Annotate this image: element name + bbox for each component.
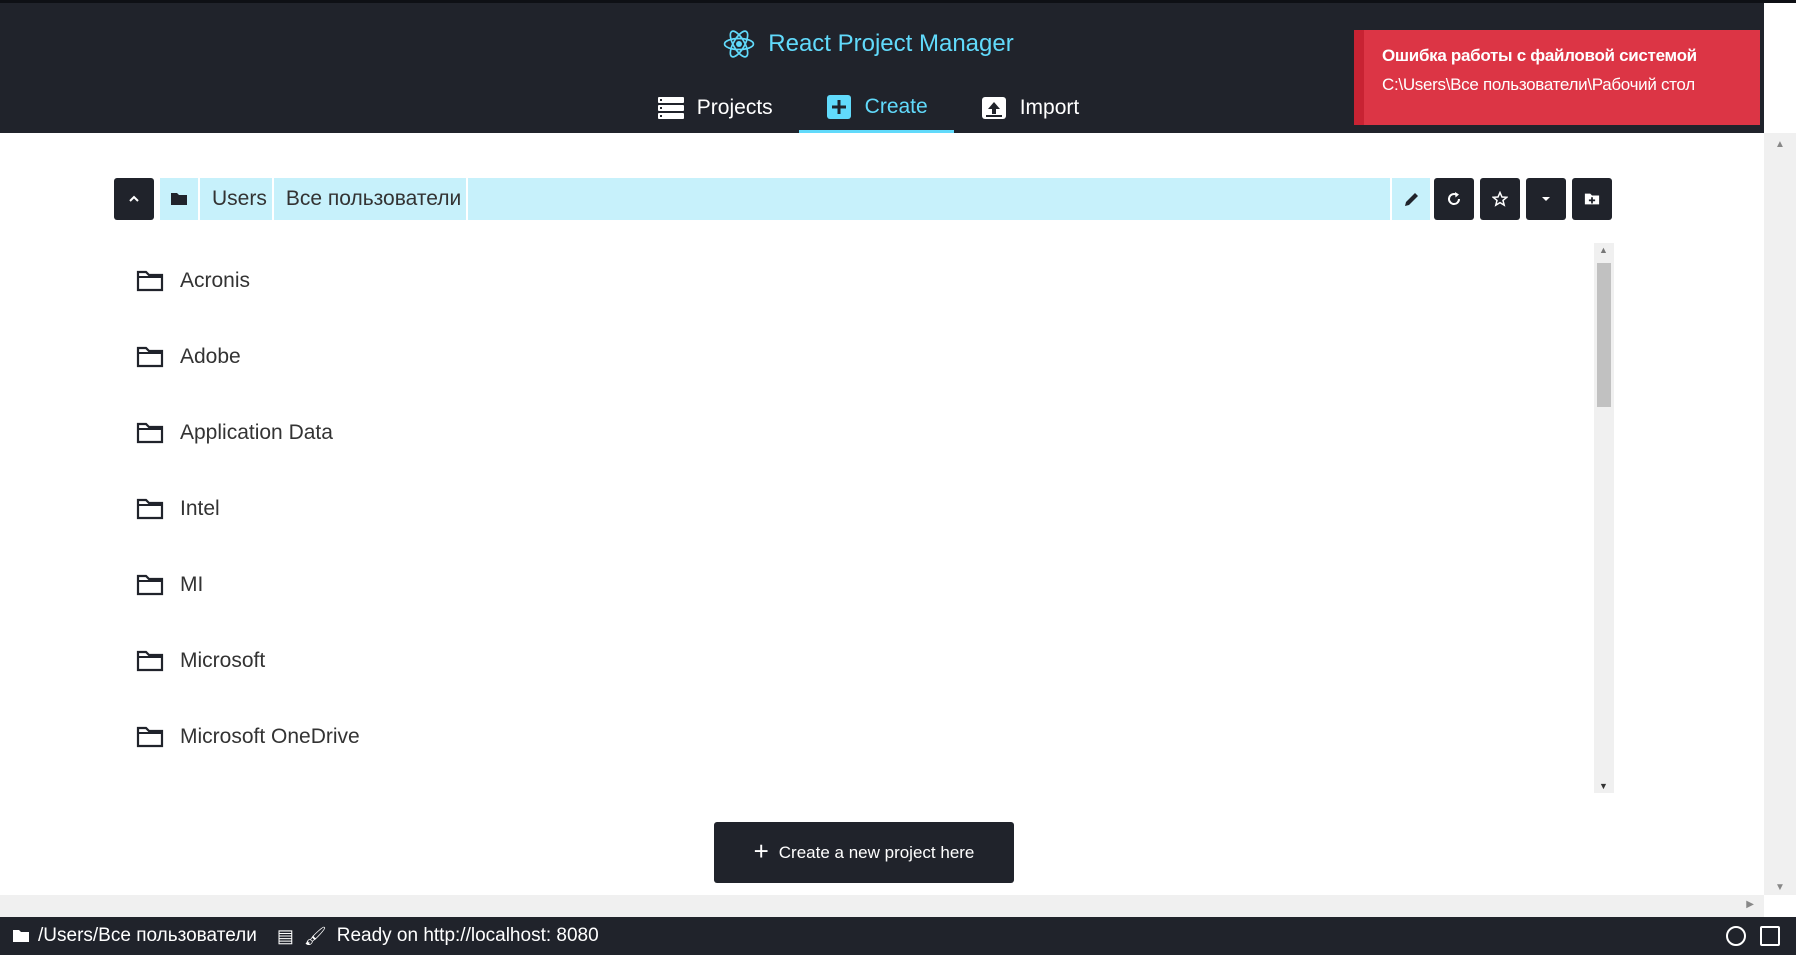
plus-icon: + xyxy=(753,836,769,866)
app-title-text: React Project Manager xyxy=(768,30,1014,57)
upload-box-icon xyxy=(981,97,1006,119)
folder-outline-icon xyxy=(136,574,164,596)
folder-list-item[interactable]: Application Data xyxy=(114,395,1614,471)
folder-list-scrollbar[interactable]: ▲ ▼ xyxy=(1594,243,1614,793)
brush-icon: 🖌 xyxy=(303,925,327,946)
folder-outline-icon xyxy=(136,346,164,368)
nav-tab-label: Projects xyxy=(696,96,773,119)
folder-list-item[interactable]: MI xyxy=(114,547,1614,623)
scroll-up-arrow-icon[interactable]: ▲ xyxy=(1599,245,1608,255)
folder-name: MI xyxy=(180,573,204,596)
status-server-text: Ready on http://localhost: 8080 xyxy=(336,925,599,946)
status-path-text: /Users/Все пользователи xyxy=(38,925,257,946)
page-horizontal-scrollbar[interactable]: ▶ xyxy=(0,895,1764,917)
folder-icon xyxy=(13,930,29,942)
list-icon xyxy=(657,97,684,119)
folder-outline-icon xyxy=(136,726,164,748)
refresh-button[interactable] xyxy=(1434,178,1474,220)
folder-outline-icon xyxy=(136,650,164,672)
error-toast-title: Ошибка работы с файловой системой xyxy=(1382,46,1697,65)
terminal-icon: ▤ xyxy=(276,925,294,946)
breadcrumb-item[interactable]: Все пользователи xyxy=(274,178,469,220)
page-vertical-scrollbar[interactable]: ▲ ▼ xyxy=(1764,133,1796,895)
status-server[interactable]: ▤ 🖌 Ready on http://localhost: 8080 xyxy=(277,925,599,947)
folder-icon xyxy=(160,178,200,220)
status-bar: /Users/Все пользователи ▤ 🖌 Ready on htt… xyxy=(0,917,1796,955)
folder-plus-icon xyxy=(1584,193,1600,205)
nav-tab-label: Import xyxy=(1019,96,1080,119)
scroll-down-arrow-icon[interactable]: ▼ xyxy=(1775,882,1785,893)
folder-name: Application Data xyxy=(180,421,333,444)
nav-tab-import[interactable]: Import xyxy=(954,83,1106,133)
caret-down-icon xyxy=(1542,197,1550,201)
folder-outline-icon xyxy=(136,422,164,444)
folder-list-item[interactable]: Microsoft OneDrive xyxy=(114,699,1614,775)
edit-path-button[interactable] xyxy=(1390,178,1430,220)
nav-tab-projects[interactable]: Projects xyxy=(631,83,799,133)
folder-outline-icon xyxy=(136,270,164,292)
folder-name: Intel xyxy=(180,497,220,520)
scrollbar-thumb[interactable] xyxy=(1597,263,1611,407)
folder-name: Adobe xyxy=(180,345,241,368)
folder-name: Acronis xyxy=(180,269,251,292)
folder-name: Microsoft xyxy=(180,649,266,672)
react-logo-icon xyxy=(723,30,755,58)
chevron-up-icon xyxy=(129,195,139,202)
refresh-icon xyxy=(1448,192,1461,205)
scroll-right-arrow-icon[interactable]: ▶ xyxy=(1746,899,1754,910)
breadcrumb-item[interactable]: Users xyxy=(200,178,274,220)
create-project-button[interactable]: + Create a new project here xyxy=(714,822,1014,883)
pencil-icon xyxy=(1404,192,1418,206)
favorite-button[interactable] xyxy=(1480,178,1520,220)
folder-list-item[interactable]: Acronis xyxy=(114,243,1614,319)
folder-list-item[interactable]: Microsoft xyxy=(114,623,1614,699)
folder-list-item[interactable]: Adobe xyxy=(114,319,1614,395)
parent-folder-button[interactable] xyxy=(114,178,154,220)
path-toolbar xyxy=(1434,178,1612,220)
error-toast-message: C:\Users\Все пользователи\Рабочий стол xyxy=(1382,75,1695,94)
create-project-label: Create a new project here xyxy=(778,842,975,862)
star-icon xyxy=(1492,191,1508,207)
new-folder-button[interactable] xyxy=(1572,178,1612,220)
folder-list-item[interactable]: Intel xyxy=(114,471,1614,547)
plus-square-icon xyxy=(826,94,851,119)
path-bar: Users Все пользователи xyxy=(114,178,1430,220)
scroll-up-arrow-icon[interactable]: ▲ xyxy=(1775,139,1785,150)
error-toast[interactable]: Ошибка работы с файловой системой C:\Use… xyxy=(1354,30,1760,125)
status-path[interactable]: /Users/Все пользователи xyxy=(0,925,257,947)
translate-icon[interactable] xyxy=(1760,926,1780,946)
folder-name: Microsoft OneDrive xyxy=(180,725,360,748)
favorites-dropdown-button[interactable] xyxy=(1526,178,1566,220)
status-bar-right xyxy=(1726,926,1780,946)
nav-tab-create[interactable]: Create xyxy=(798,83,954,133)
breadcrumb: Users Все пользователи xyxy=(160,178,1430,220)
folder-outline-icon xyxy=(136,498,164,520)
sync-icon[interactable] xyxy=(1726,926,1746,946)
scroll-down-arrow-icon[interactable]: ▼ xyxy=(1599,781,1608,791)
nav-tab-label: Create xyxy=(864,94,928,118)
folder-list: Acronis Adobe Application Data Intel MI … xyxy=(114,243,1614,793)
